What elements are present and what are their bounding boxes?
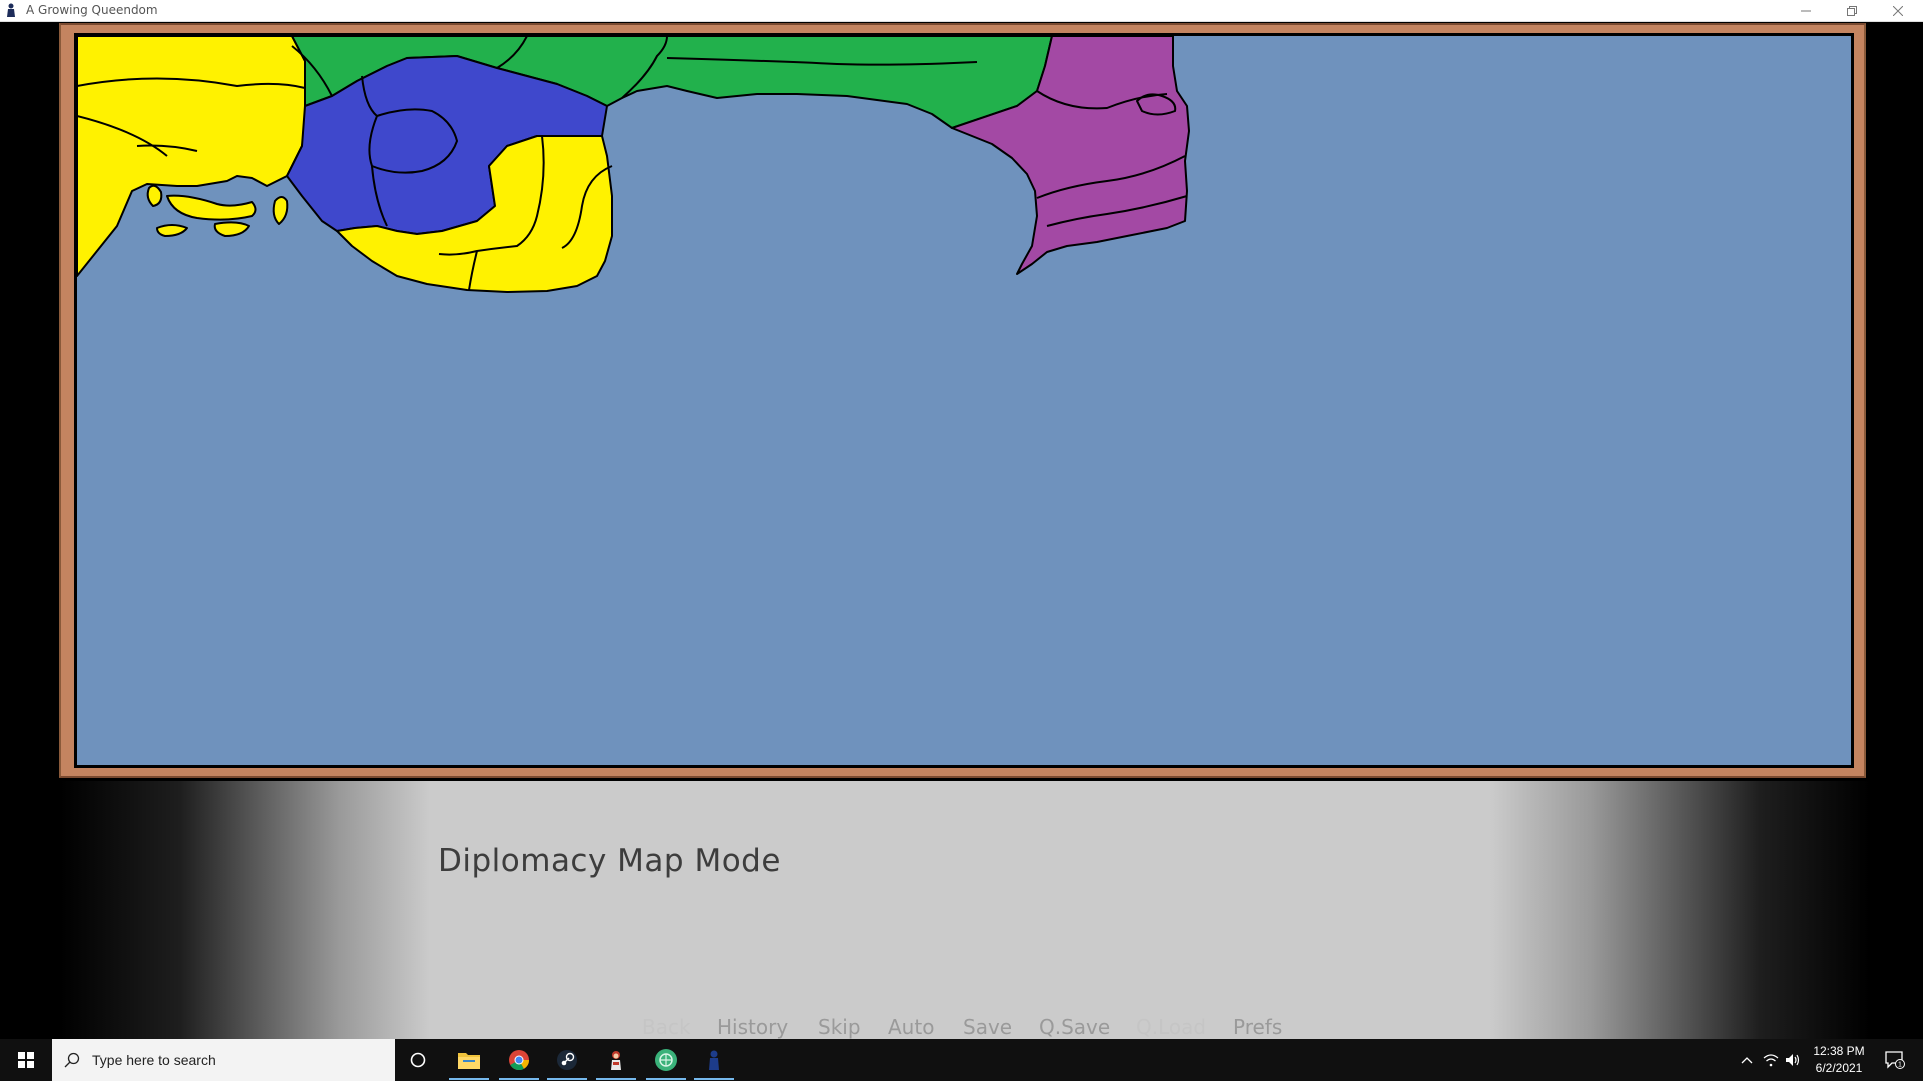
history-button[interactable]: History <box>717 1015 788 1039</box>
quick-save-button[interactable]: Q.Save <box>1039 1015 1110 1039</box>
steam-icon <box>557 1050 577 1070</box>
auto-button[interactable]: Auto <box>888 1015 934 1039</box>
taskbar: 12:38 PM 6/2/2021 1 <box>0 1039 1923 1081</box>
network-button[interactable] <box>1761 1039 1781 1081</box>
taskbar-app-game-character[interactable] <box>593 1039 639 1081</box>
wifi-icon <box>1763 1054 1779 1067</box>
minimize-icon <box>1801 10 1811 11</box>
search-input[interactable] <box>90 1051 374 1069</box>
region-yellow-island-1[interactable] <box>146 184 163 207</box>
taskbar-app-steam[interactable] <box>544 1039 590 1081</box>
running-indicator <box>547 1078 587 1080</box>
close-button[interactable] <box>1875 0 1921 21</box>
search-icon <box>64 1052 80 1068</box>
quick-menu: Back History Skip Auto Save Q.Save Q.Loa… <box>0 1015 1923 1039</box>
save-button[interactable]: Save <box>963 1015 1012 1039</box>
running-indicator <box>449 1078 489 1080</box>
volume-button[interactable] <box>1783 1039 1803 1081</box>
taskbar-app-green[interactable] <box>643 1039 689 1081</box>
taskbar-app-chrome[interactable] <box>496 1039 542 1081</box>
cortana-button[interactable] <box>395 1039 441 1081</box>
chrome-icon <box>509 1050 529 1070</box>
action-center-button[interactable]: 1 <box>1880 1039 1910 1081</box>
green-app-icon <box>655 1049 677 1071</box>
running-indicator <box>694 1078 734 1080</box>
dialogue-box[interactable] <box>0 781 1923 1039</box>
back-button[interactable]: Back <box>642 1015 691 1039</box>
cortana-icon <box>410 1052 426 1068</box>
window-title-bar: A Growing Queendom <box>0 0 1923 22</box>
queendom-app-icon <box>709 1050 719 1070</box>
file-explorer-icon <box>458 1053 480 1069</box>
map-regions <box>77 36 1190 293</box>
minimize-button[interactable] <box>1783 0 1829 21</box>
clock-time: 12:38 PM <box>1813 1044 1865 1058</box>
quick-load-button[interactable]: Q.Load <box>1136 1015 1206 1039</box>
region-yellow-island-5[interactable] <box>213 221 250 237</box>
start-button[interactable] <box>0 1039 52 1081</box>
skip-button[interactable]: Skip <box>818 1015 861 1039</box>
running-indicator <box>596 1078 636 1080</box>
restore-button[interactable] <box>1829 0 1875 21</box>
notification-icon: 1 <box>1885 1051 1905 1069</box>
show-hidden-icons-button[interactable] <box>1737 1039 1757 1081</box>
close-icon <box>1893 5 1903 16</box>
running-indicator <box>499 1078 539 1080</box>
region-yellow-island-3[interactable] <box>272 196 289 225</box>
region-yellow-island-4[interactable] <box>156 224 188 237</box>
taskbar-clock[interactable]: 12:38 PM 6/2/2021 <box>1806 1043 1872 1077</box>
restore-icon <box>1847 5 1857 16</box>
chevron-up-icon <box>1741 1057 1753 1064</box>
volume-icon <box>1786 1054 1800 1066</box>
region-yellow-island-2[interactable] <box>166 194 257 221</box>
notification-count: 1 <box>1898 1062 1902 1069</box>
running-indicator <box>646 1078 686 1080</box>
taskbar-app-queendom[interactable] <box>691 1039 737 1081</box>
queendom-app-icon <box>7 3 15 17</box>
region-yellow-west[interactable] <box>77 36 311 277</box>
game-character-icon <box>611 1051 621 1070</box>
dialogue-text: Diplomacy Map Mode <box>438 843 781 879</box>
prefs-button[interactable]: Prefs <box>1233 1015 1282 1039</box>
clock-date: 6/2/2021 <box>1815 1061 1863 1075</box>
taskbar-app-file-explorer[interactable] <box>446 1039 492 1081</box>
diplomacy-map[interactable] <box>74 33 1854 768</box>
window-title: A Growing Queendom <box>26 3 158 17</box>
windows-icon <box>18 1052 34 1068</box>
taskbar-search-box[interactable] <box>52 1039 395 1081</box>
